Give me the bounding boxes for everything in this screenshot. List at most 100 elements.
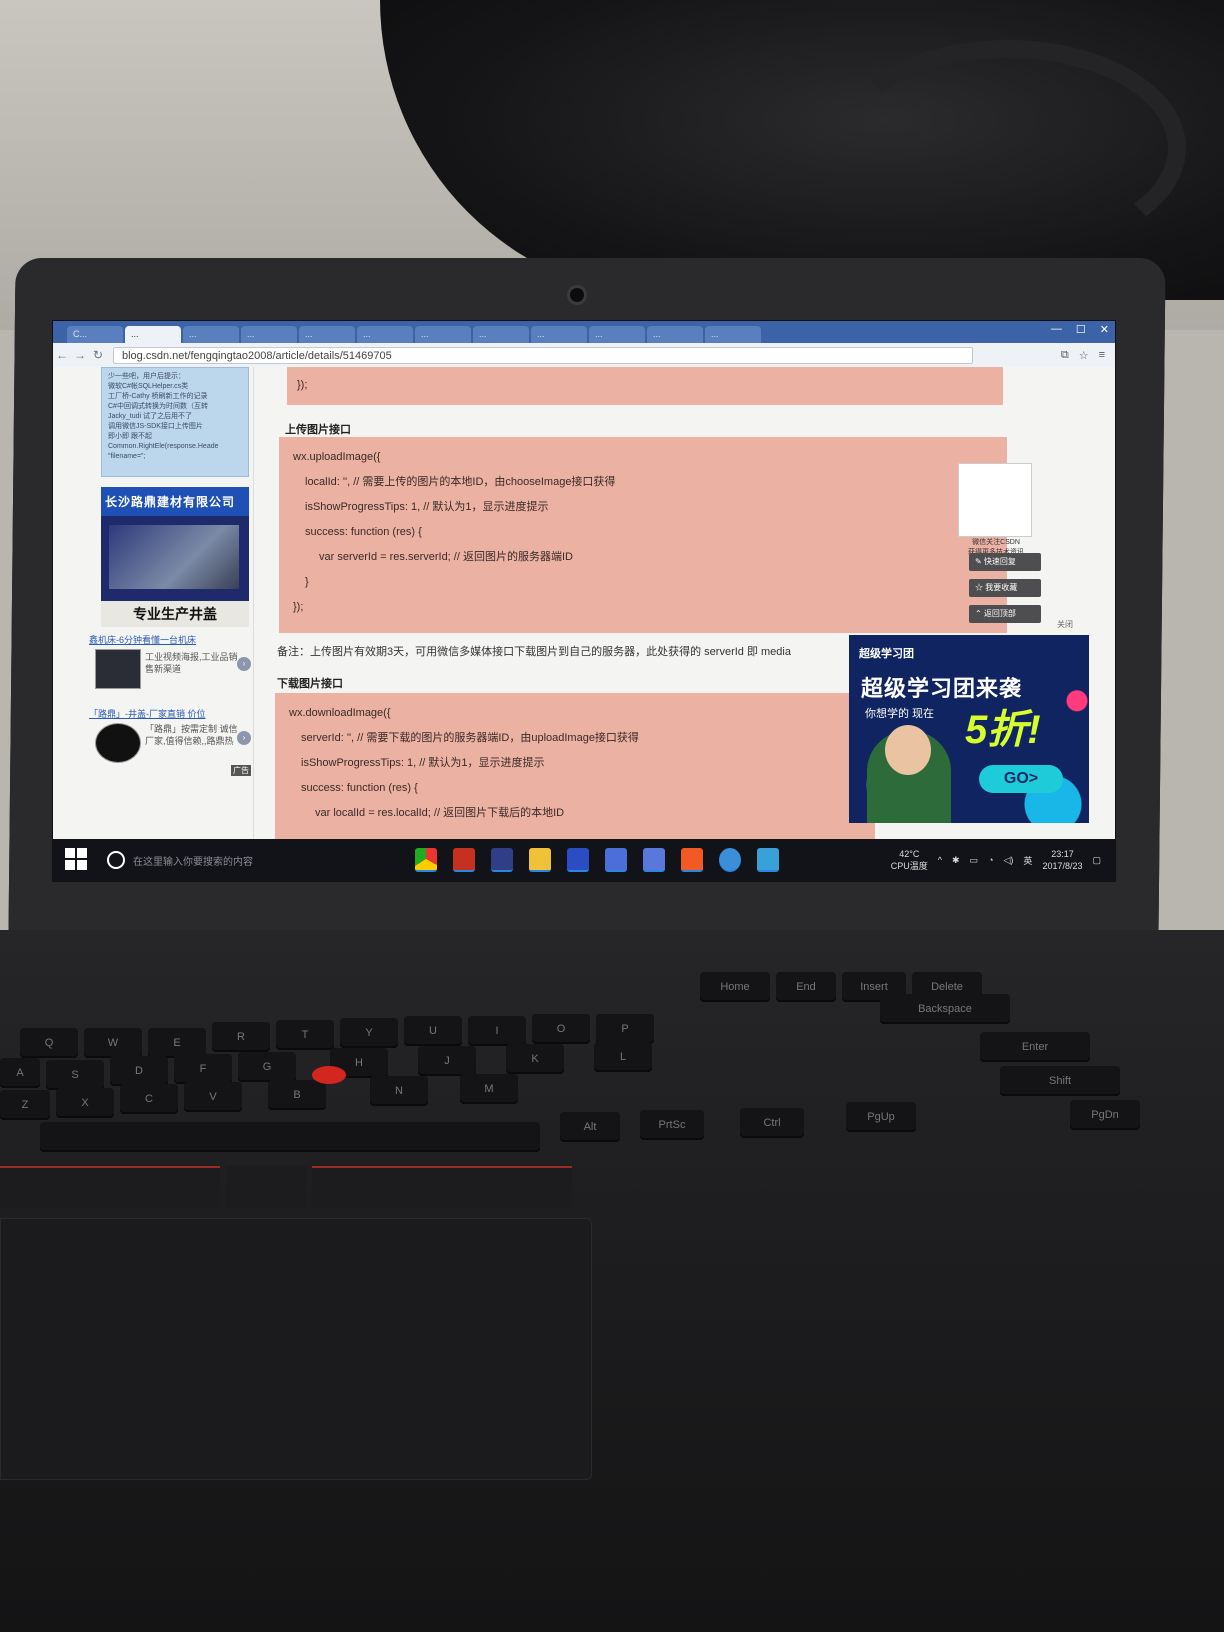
promo-go-button[interactable]: GO> (979, 765, 1063, 793)
editor-icon[interactable] (567, 848, 589, 872)
sidebar-ad-banner[interactable]: 长沙路鼎建材有限公司 专业生产井盖 (101, 487, 249, 627)
browser-tab[interactable]: ... (647, 326, 703, 343)
key-backspace[interactable]: Backspace (880, 994, 1010, 1024)
sublime-icon[interactable] (453, 848, 475, 872)
browser-tab[interactable]: ... (415, 326, 471, 343)
key-a[interactable]: A (0, 1058, 40, 1088)
browser-tab-active[interactable]: ... (125, 326, 181, 343)
promo-link[interactable]: 「路鼎」-井盖-厂家直销 价位 (89, 707, 259, 720)
key-prtsc[interactable]: PrtSc (640, 1110, 704, 1140)
key-shift[interactable]: Shift (1000, 1066, 1120, 1096)
browser-tab[interactable]: ... (705, 326, 761, 343)
help-icon[interactable] (605, 848, 627, 872)
clock[interactable]: 23:17 2017/8/23 (1042, 848, 1082, 872)
wifi-icon[interactable]: ◔ (988, 855, 993, 865)
key-n[interactable]: N (370, 1076, 428, 1106)
left-click-button[interactable] (0, 1166, 220, 1208)
windows-start-icon[interactable] (65, 848, 89, 872)
chevron-right-icon[interactable]: › (237, 657, 251, 671)
promo-thumbnail[interactable] (95, 649, 141, 689)
taskbar-search[interactable]: 在这里输入你要搜索的内容 (107, 846, 357, 874)
minimize-icon[interactable]: — (1051, 323, 1062, 336)
key-j[interactable]: J (418, 1046, 476, 1076)
help-icon[interactable] (643, 848, 665, 872)
back-arrow-icon[interactable]: ← (53, 348, 71, 362)
chevron-up-icon[interactable]: ^ (938, 855, 942, 865)
browser-icon[interactable] (719, 848, 741, 872)
comment-line[interactable]: Common.RightEle(response.Heade (108, 442, 242, 452)
star-icon[interactable]: ☆ (1079, 349, 1089, 362)
volume-icon[interactable]: ◁) (1004, 855, 1014, 866)
close-icon[interactable]: ✕ (1100, 323, 1109, 336)
back-to-top-button[interactable]: ⌃ 返回顶部 (969, 605, 1041, 623)
key-p[interactable]: P (596, 1014, 654, 1044)
key-u[interactable]: U (404, 1016, 462, 1046)
folder-icon[interactable] (529, 848, 551, 872)
browser-tab[interactable]: ... (531, 326, 587, 343)
key-x[interactable]: X (56, 1088, 114, 1118)
key-c[interactable]: C (120, 1084, 178, 1114)
promo-ad[interactable]: 超级学习团 超级学习团来袭 你想学的 现在 5折! GO> (849, 635, 1089, 823)
cpu-temperature[interactable]: 42°C CPU温度 (891, 848, 928, 872)
comment-line[interactable]: Jacky_tudi 试了之后用不了 (108, 412, 242, 422)
key-k[interactable]: K (506, 1044, 564, 1074)
key-space[interactable] (40, 1122, 540, 1152)
key-alt[interactable]: Alt (560, 1112, 620, 1142)
key-m[interactable]: M (460, 1074, 518, 1104)
key-ctrl[interactable]: Ctrl (740, 1108, 804, 1138)
key-s[interactable]: S (46, 1060, 104, 1090)
forward-arrow-icon[interactable]: → (71, 348, 89, 362)
middle-click-button[interactable] (226, 1166, 306, 1208)
browser-tab[interactable]: ... (299, 326, 355, 343)
touchpad[interactable] (0, 1218, 592, 1480)
comment-line[interactable]: 少一些吧，用户后提示： (108, 372, 242, 382)
quick-reply-button[interactable]: ✎ 快速回复 (969, 553, 1041, 571)
browser-tab[interactable]: ... (357, 326, 413, 343)
maximize-icon[interactable]: ☐ (1076, 323, 1086, 336)
promo-thumbnail[interactable] (95, 723, 141, 763)
browser-tab[interactable]: ... (183, 326, 239, 343)
key-b[interactable]: B (268, 1080, 326, 1110)
key-o[interactable]: O (532, 1014, 590, 1044)
key-w[interactable]: W (84, 1028, 142, 1058)
key-v[interactable]: V (184, 1082, 242, 1112)
comment-line[interactable]: 即小即 跟不起 (108, 432, 242, 442)
extension-icon[interactable]: ⧉ (1061, 349, 1069, 362)
app-icon[interactable] (681, 848, 703, 872)
browser-tab[interactable]: C... (67, 326, 123, 343)
comment-line[interactable]: 微软C#帐SQLHelper.cs类 (108, 382, 242, 392)
browser-tab[interactable]: ... (589, 326, 645, 343)
collect-button[interactable]: ☆ 我要收藏 (969, 579, 1041, 597)
key-z[interactable]: Z (0, 1090, 50, 1120)
key-end[interactable]: End (776, 972, 836, 1002)
key-enter[interactable]: Enter (980, 1032, 1090, 1062)
notification-icon[interactable]: ▢ (1092, 855, 1101, 866)
menu-icon[interactable]: ≡ (1099, 349, 1105, 362)
key-pgup[interactable]: PgUp (846, 1102, 916, 1132)
ime-indicator[interactable]: 英 (1023, 854, 1032, 867)
key-y[interactable]: Y (340, 1018, 398, 1048)
browser-tab[interactable]: ... (473, 326, 529, 343)
battery-icon[interactable]: ▭ (970, 855, 979, 866)
key-home[interactable]: Home (700, 972, 770, 1002)
key-t[interactable]: T (276, 1020, 334, 1050)
key-d[interactable]: D (110, 1056, 168, 1086)
key-g[interactable]: G (238, 1052, 296, 1082)
chrome-icon[interactable] (415, 848, 437, 872)
notes-icon[interactable] (757, 848, 779, 872)
bluetooth-icon[interactable]: ✱ (952, 855, 960, 866)
reload-icon[interactable]: ↻ (89, 348, 107, 362)
comment-line[interactable]: C#中回调式转换为时间数（互转 (108, 402, 242, 412)
settings-icon[interactable] (491, 848, 513, 872)
key-r[interactable]: R (212, 1022, 270, 1052)
right-click-button[interactable] (312, 1166, 572, 1208)
key-pgdn[interactable]: PgDn (1070, 1100, 1140, 1130)
promo-link[interactable]: 鑫机床-6分钟看懂一台机床 (89, 633, 259, 646)
key-f[interactable]: F (174, 1054, 232, 1084)
key-q[interactable]: Q (20, 1028, 78, 1058)
trackpoint-nub[interactable] (312, 1066, 346, 1084)
browser-tab[interactable]: ... (241, 326, 297, 343)
comment-line[interactable]: "filename="; (108, 452, 242, 462)
chevron-right-icon[interactable]: › (237, 731, 251, 745)
comment-line[interactable]: 工厂桥-Cathy 桥刷新工作的记录 (108, 392, 242, 402)
